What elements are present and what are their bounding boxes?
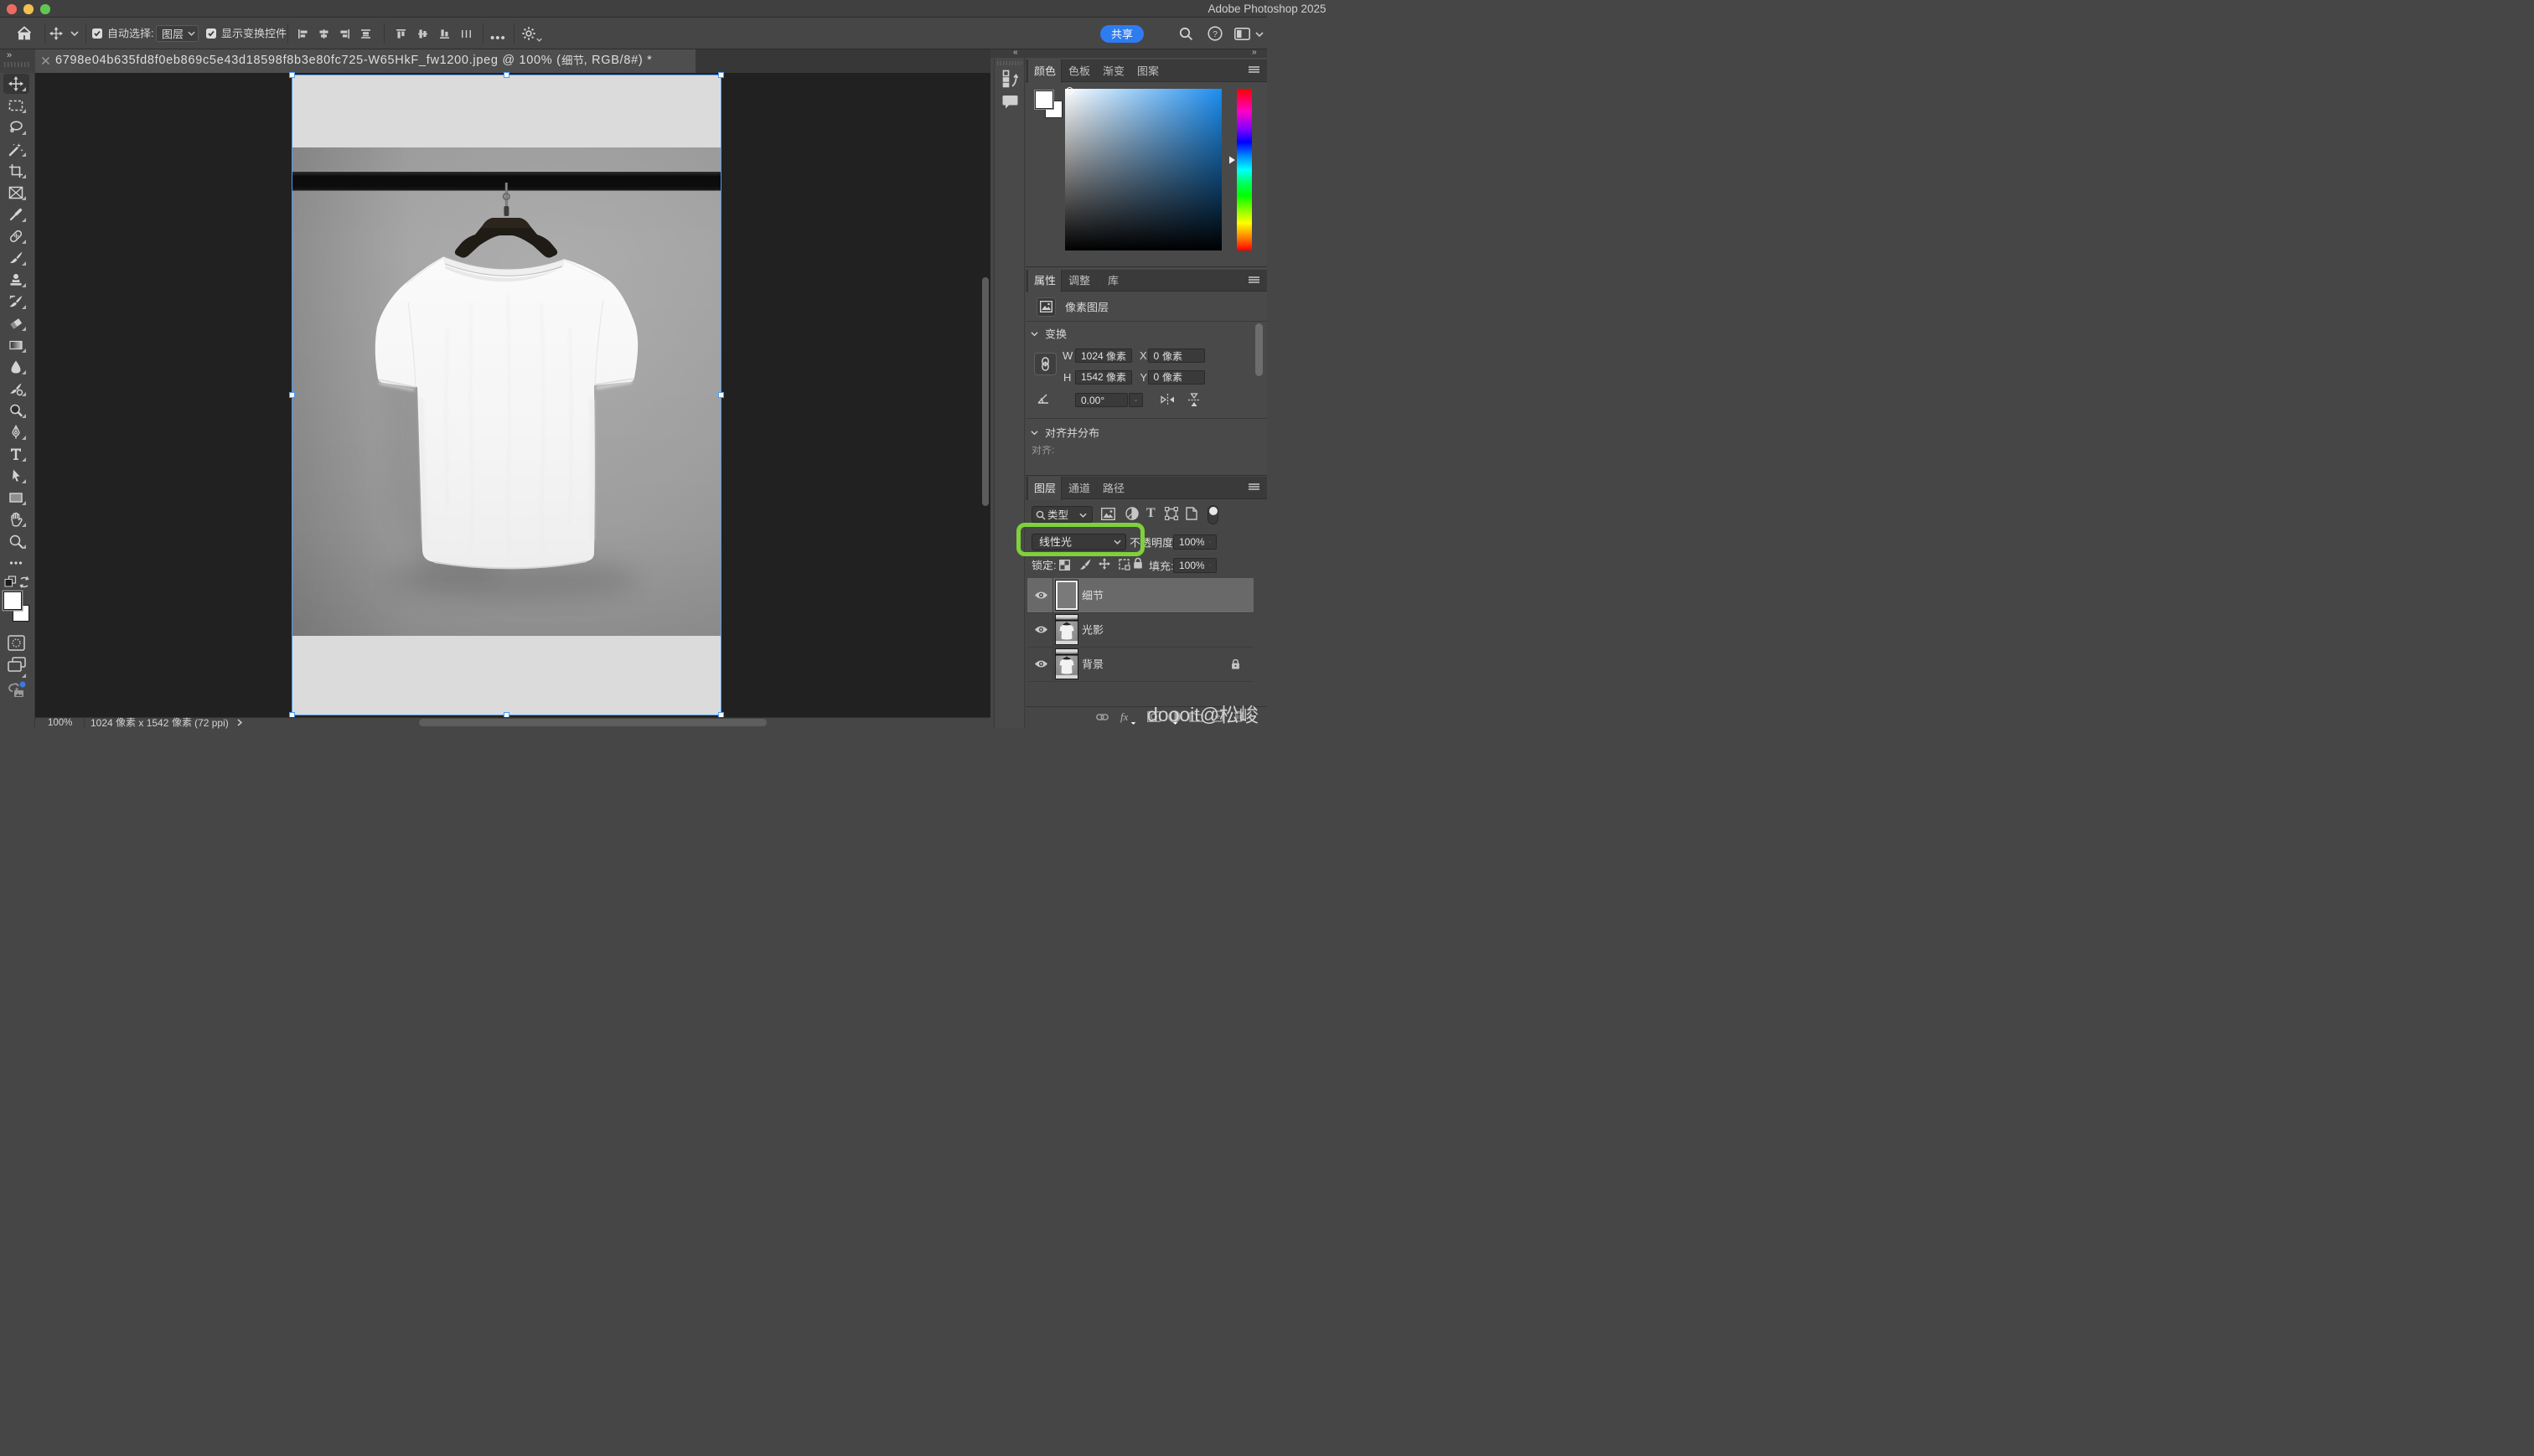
svg-text:?: ? (1213, 29, 1218, 39)
